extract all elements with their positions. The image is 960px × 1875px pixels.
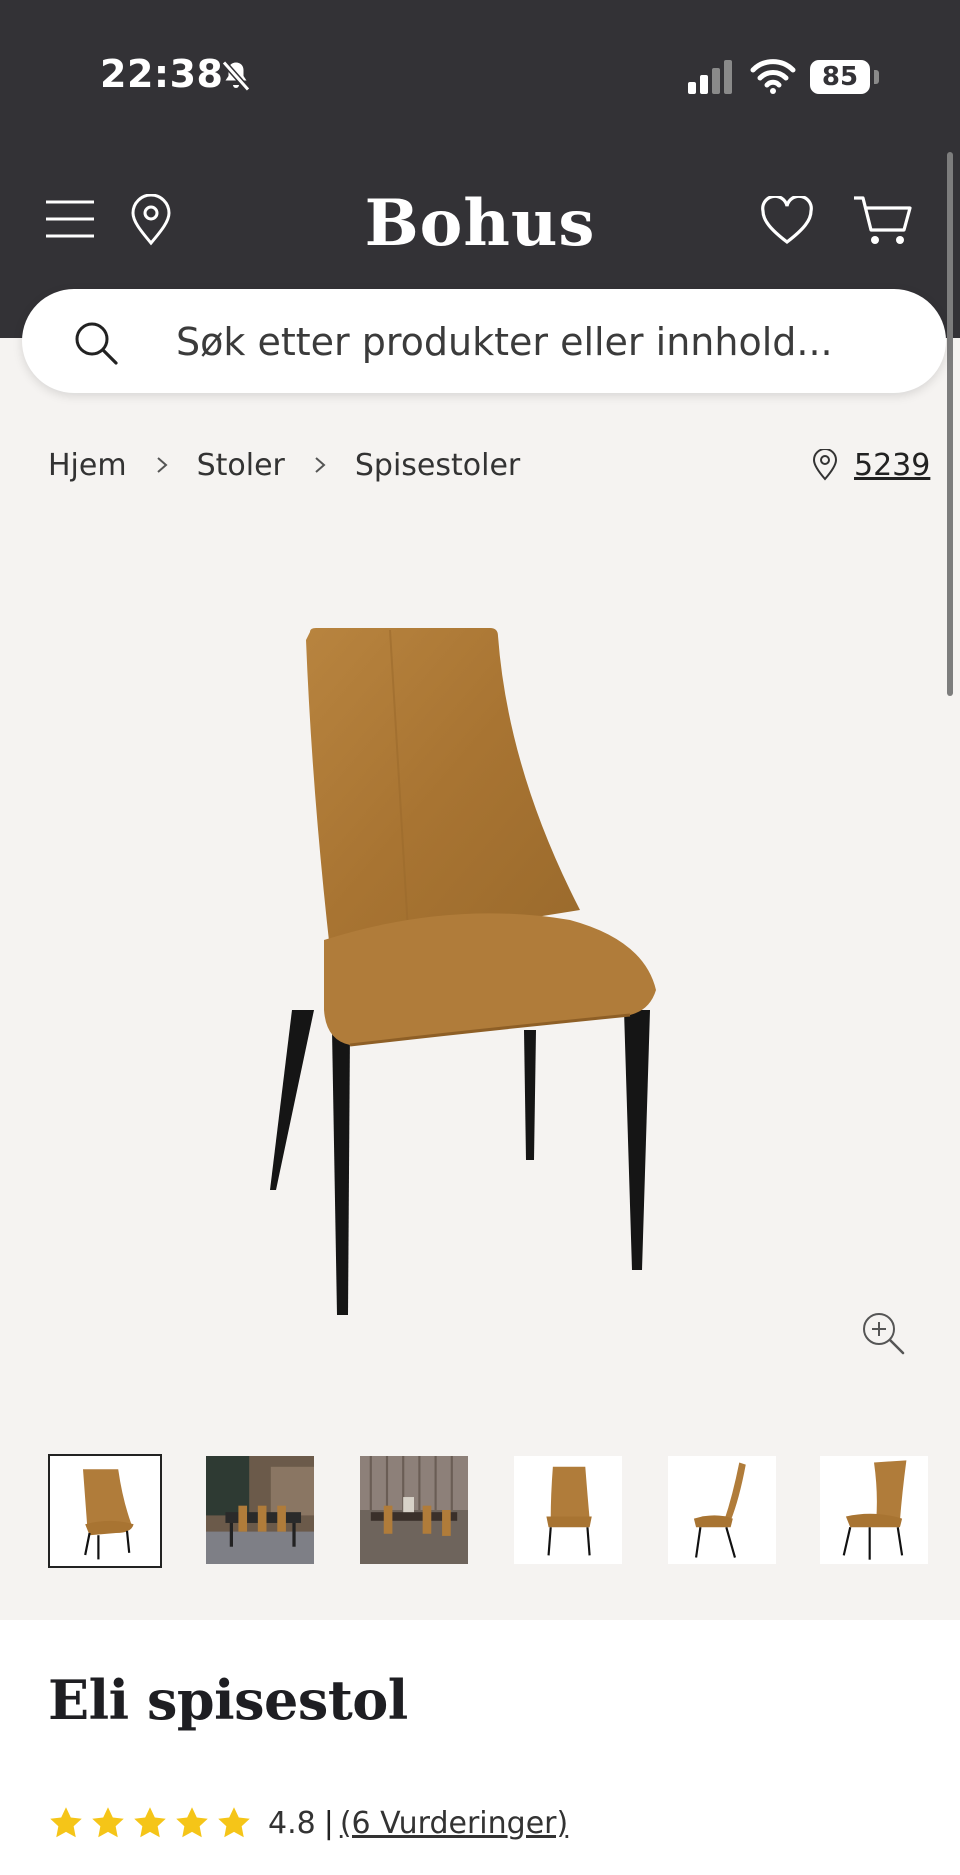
rating-value: 4.8 [268,1805,316,1841]
thumbnail-room-image [206,1456,314,1564]
postal-code-link[interactable]: 5239 [854,448,930,483]
star-icon [50,1807,82,1838]
header: 22:38 85 Bohus [0,0,960,338]
thumbnail-5[interactable] [668,1456,776,1564]
cellular-signal-icon [688,60,732,94]
chevron-right-icon [156,457,168,473]
breadcrumb-link-chairs[interactable]: Stoler [197,448,285,483]
wifi-icon [750,59,796,94]
page-scrollbar[interactable] [947,152,953,696]
rating-separator: | [323,1805,334,1841]
thumbnail-chair-three-quarter-image [842,1460,907,1560]
search-input[interactable] [174,311,898,373]
search-bar[interactable] [22,289,946,393]
reviews-link[interactable]: (6 Vurderinger) [340,1806,568,1841]
thumbnail-chair-side-image [693,1462,746,1558]
thumbnail-3[interactable] [360,1456,468,1564]
bell-muted-icon [221,60,251,92]
star-icon [134,1807,166,1838]
location-pin-icon [812,449,838,481]
heart-icon [761,194,813,245]
chevron-right-icon [315,457,326,473]
breadcrumb-link-home[interactable]: Hjem [48,448,127,483]
star-icon [176,1807,208,1838]
cart-icon [854,196,912,244]
status-time: 22:38 [100,52,224,96]
brand-logo[interactable]: Bohus [0,186,960,261]
thumbnail-6[interactable] [820,1456,928,1564]
search-icon [75,322,118,365]
thumbnail-chair-front-image [546,1466,592,1556]
product-title: Eli spisestol [48,1668,408,1732]
wishlist-button[interactable] [760,194,814,246]
cart-button[interactable] [852,194,914,248]
zoom-in-icon[interactable] [860,1310,906,1356]
thumbnail-4[interactable] [514,1456,622,1564]
product-main-image[interactable] [240,610,720,1330]
battery-indicator: 85 [810,60,870,94]
status-bar: 22:38 85 [0,0,960,140]
battery-nub [874,70,879,84]
star-icon [218,1807,250,1838]
thumbnail-2[interactable] [206,1456,314,1564]
breadcrumb: Hjem Stoler Spisestoler [48,440,520,490]
thumbnail-strip [48,1454,928,1570]
product-rating: 4.8 | (6 Vurderinger) [48,1798,568,1848]
thumbnail-room-image [360,1456,468,1564]
thumbnail-chair-front-image [83,1469,134,1560]
star-icon [92,1807,124,1838]
breadcrumb-link-dining-chairs[interactable]: Spisestoler [355,448,520,483]
thumbnail-1[interactable] [48,1454,162,1568]
postal-code-selector[interactable]: 5239 [812,440,930,490]
product-info: Eli spisestol 4.8 | (6 Vurderinger) [0,1620,960,1875]
star-rating [48,1805,252,1841]
navbar: Bohus [0,180,960,261]
